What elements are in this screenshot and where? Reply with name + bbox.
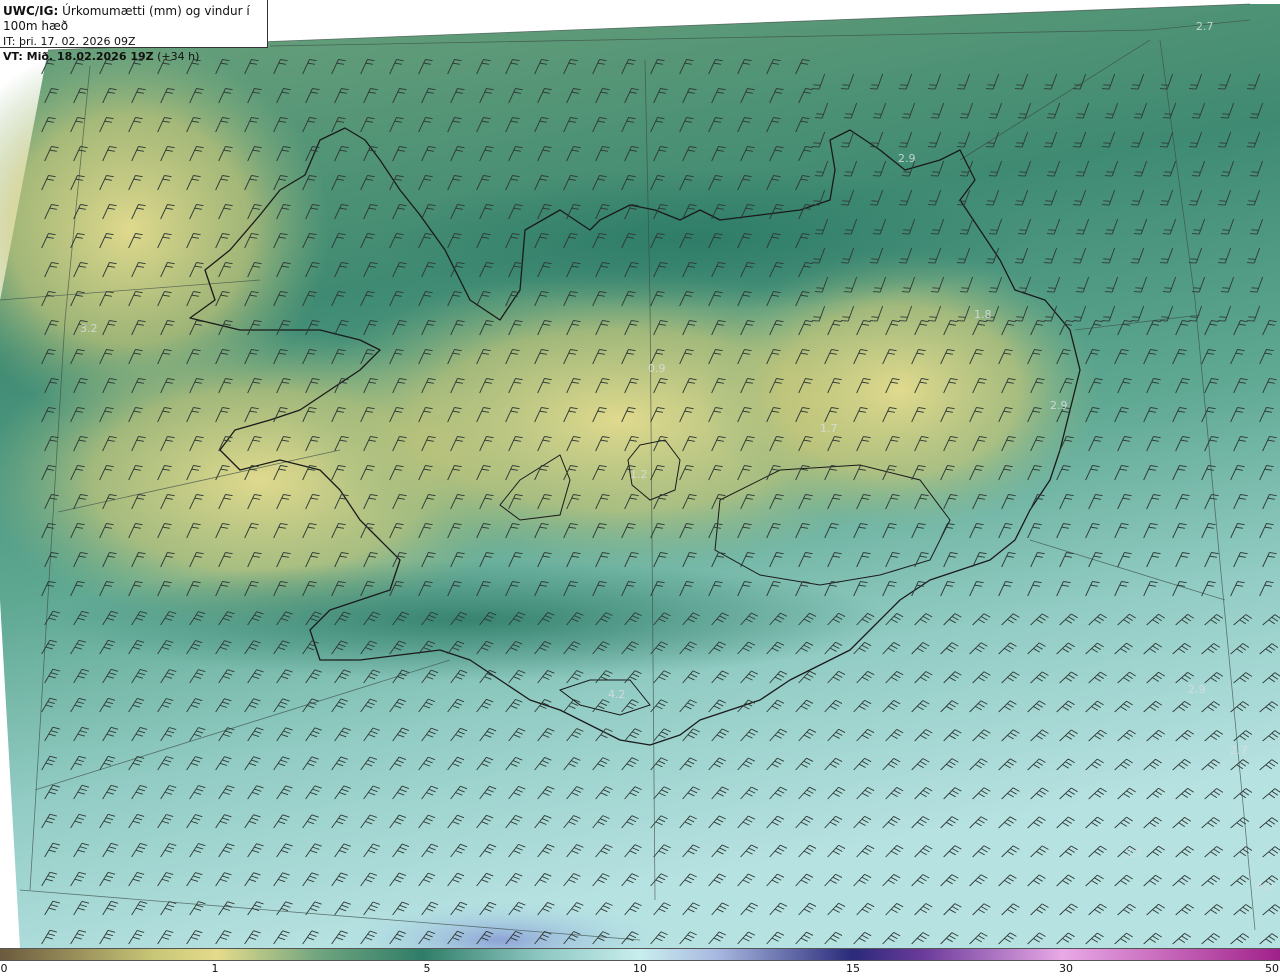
map-canvas: 3.2 0.9 1.7 1.2 4.2 1.8 2.9 2.7 2.9 2.9 2.7 2.7 4.0 (0, 0, 1280, 948)
precip-value-label: 2.7 (1125, 847, 1143, 860)
init-time: IT: þri. 17. 02. 2026 09Z (3, 35, 136, 48)
legend-tick-50: 50 (1265, 962, 1279, 975)
legend-tick-10: 10 (633, 962, 647, 975)
wet-band-north (370, 170, 1030, 310)
legend-tick-15: 15 (846, 962, 860, 975)
legend-colorbar (0, 948, 1280, 961)
precip-value-label: 0.9 (648, 362, 666, 375)
precip-value-label: 4.0 (1256, 880, 1274, 893)
precip-value-label: 2.9 (898, 152, 916, 165)
wet-band-south (50, 560, 890, 680)
map-title-box: UWC/IG: Úrkomumætti (mm) og vindur í 100… (0, 0, 268, 63)
legend-tick-30: 30 (1059, 962, 1073, 975)
precipitation-wind-map[interactable]: 3.2 0.9 1.7 1.2 4.2 1.8 2.9 2.7 2.9 2.9 2.7 2.7 4.0 … (0, 0, 1280, 948)
precip-value-label: 2.7 (1230, 744, 1248, 757)
valid-time: VT: Mið. 18.02.2026 19Z (3, 50, 154, 63)
color-legend: 0 1 5 10 15 30 50 (0, 948, 1280, 978)
precip-value-label: 2.9 (1188, 683, 1206, 696)
precip-value-label: 3.2 (80, 322, 98, 335)
precip-value-label: 2.7 (1196, 20, 1214, 33)
legend-tick-5: 5 (423, 962, 431, 975)
precip-value-label: 2.9 (1050, 399, 1068, 412)
forecast-hour: (+34 h) (157, 50, 200, 63)
precip-value-label: 1.8 (974, 308, 992, 321)
legend-tick-0: 0 (0, 962, 8, 975)
precip-value-label: 4.2 (608, 688, 626, 701)
legend-tick-1: 1 (211, 962, 219, 975)
precip-value-label: 1.2 (630, 468, 648, 481)
precip-value-label: 1.7 (820, 422, 838, 435)
model-code: UWC/IG: (3, 4, 59, 18)
